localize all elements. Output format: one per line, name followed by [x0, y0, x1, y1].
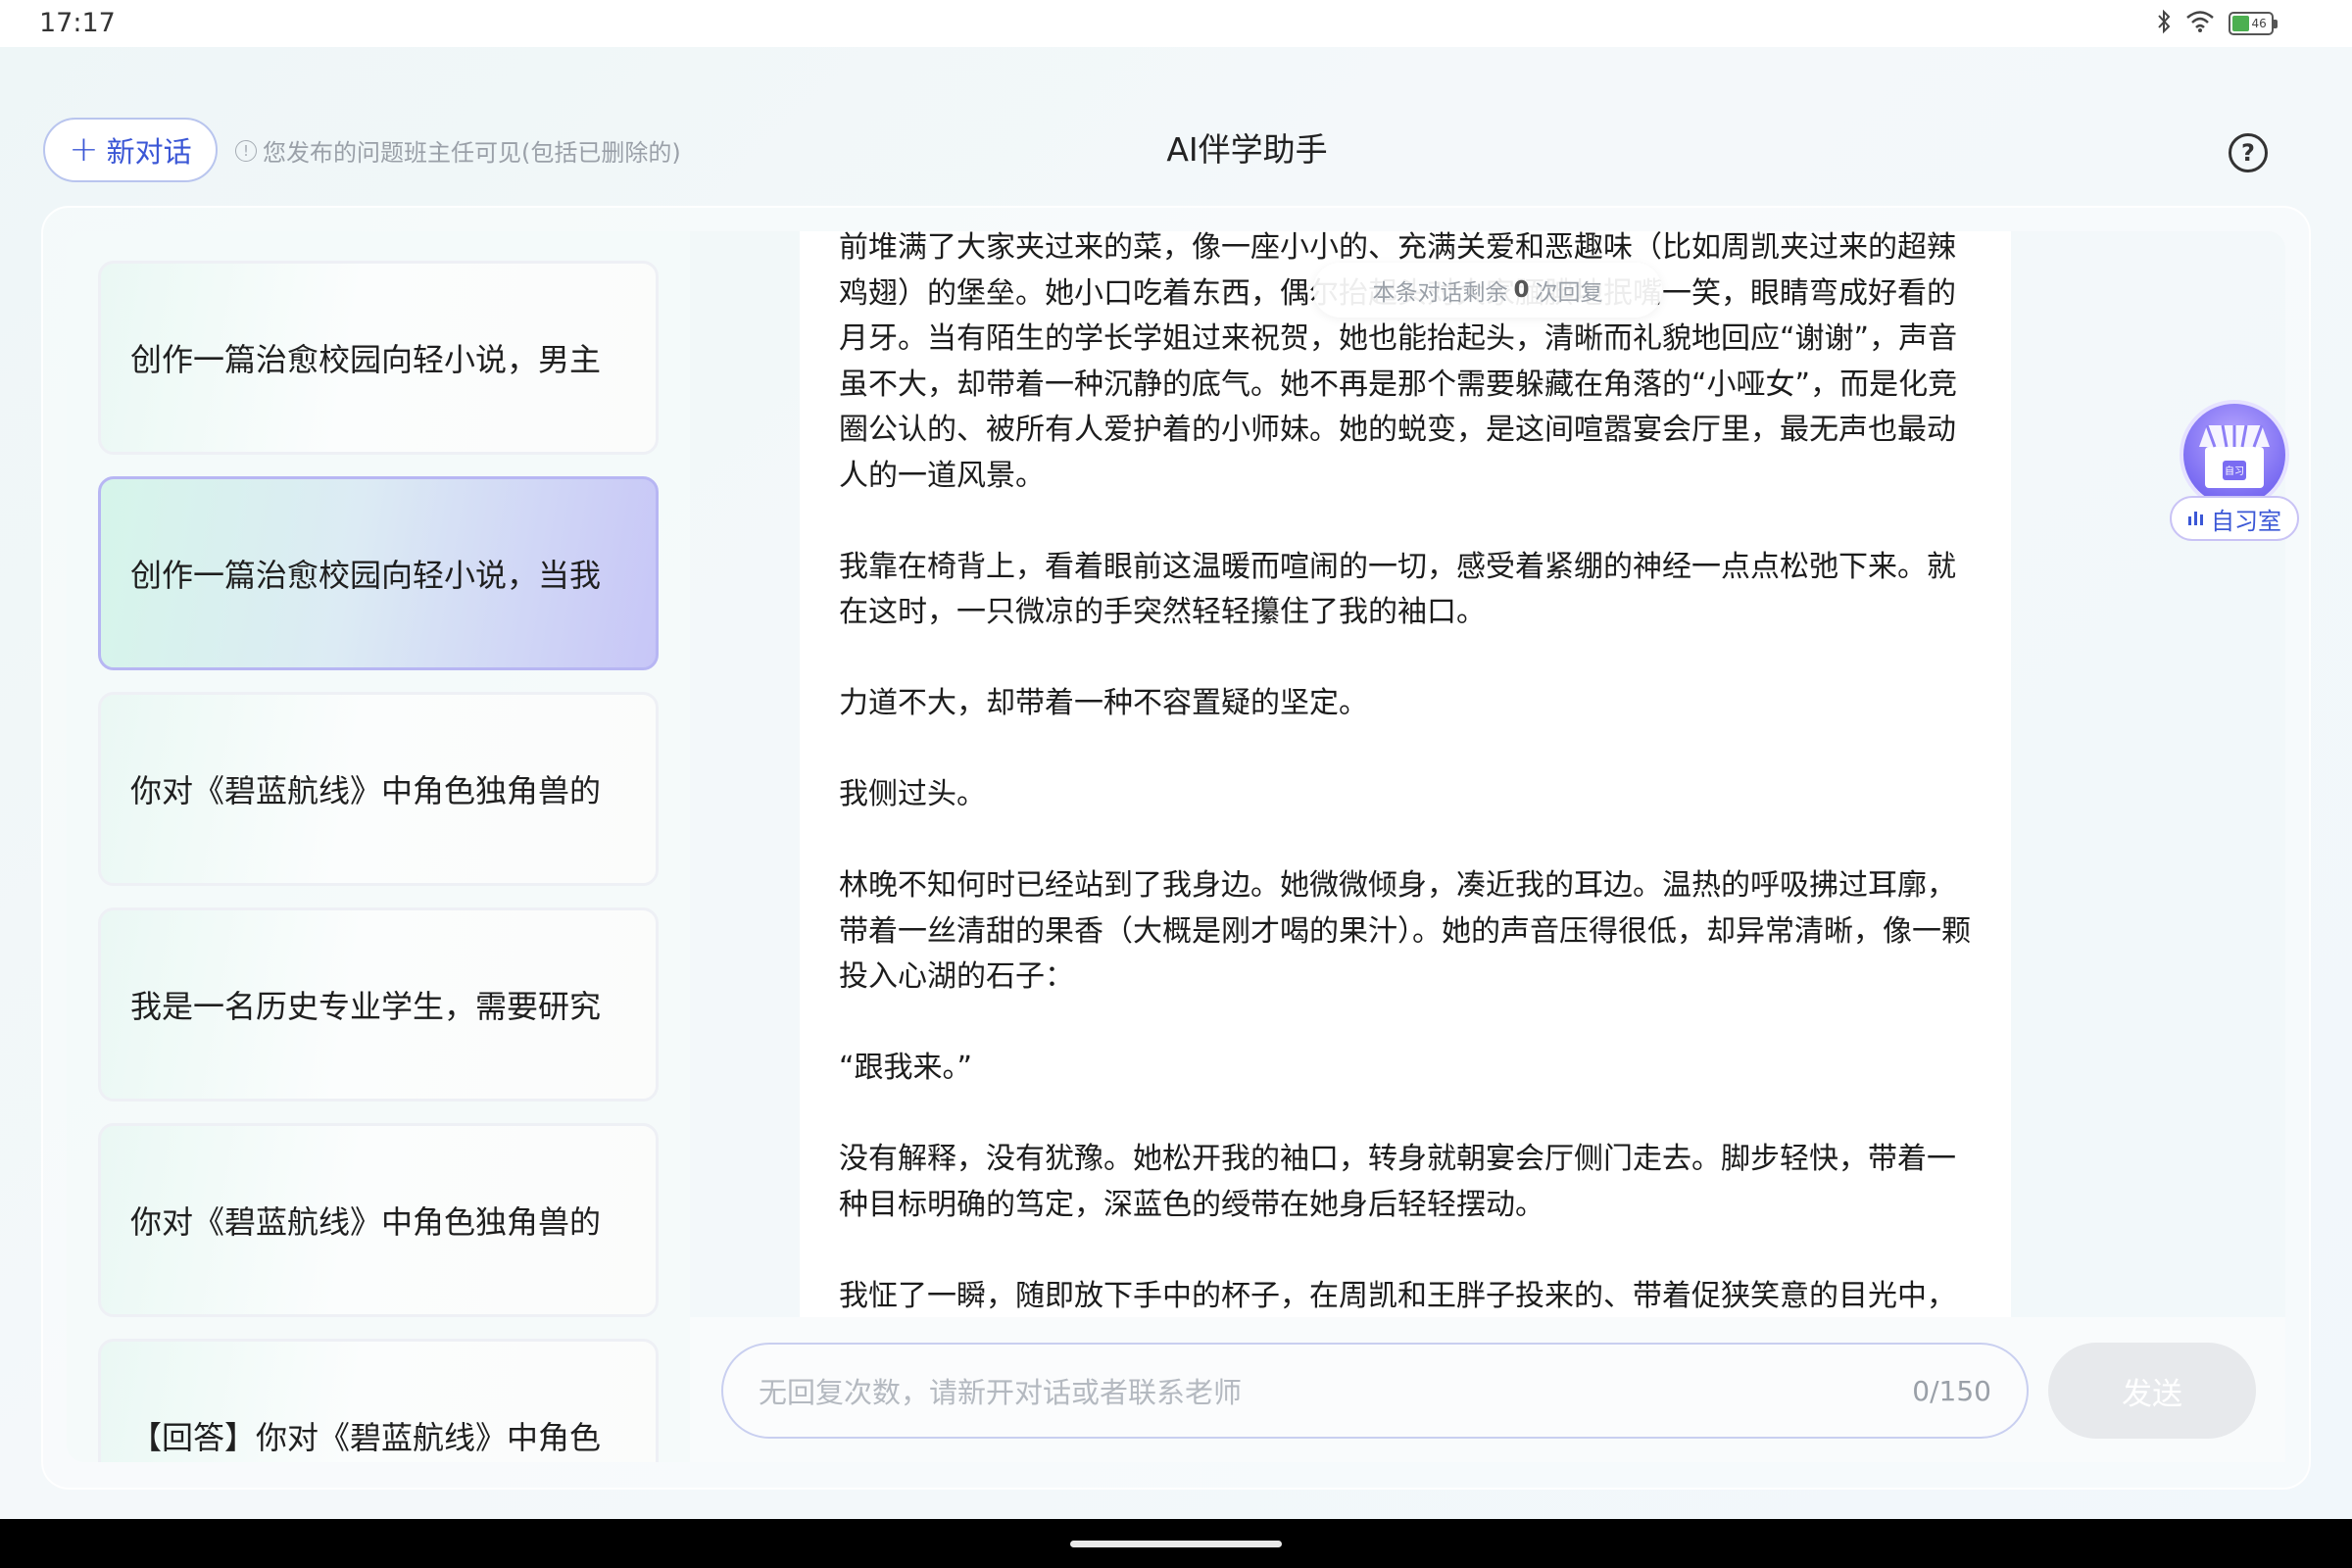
conversation-item[interactable]: 【回答】你对《碧蓝航线》中角色	[98, 1339, 659, 1462]
remaining-suffix: 次回复	[1535, 280, 1603, 306]
status-icons: 46	[2156, 9, 2278, 38]
message-body: 前堆满了大家夹过来的菜，像一座小小的、充满关爱和恶趣味（比如周凯夹过来的超辣鸡翅…	[839, 231, 1976, 1317]
conversation-item-label: 创作一篇治愈校园向轻小说，男主	[130, 341, 602, 378]
message-paragraph: 没有解释，没有犹豫。她松开我的袖口，转身就朝宴会厅侧门走去。脚步轻快，带着一种目…	[839, 1142, 1956, 1222]
remaining-count: 0	[1513, 277, 1530, 303]
conversation-sidebar: 创作一篇治愈校园向轻小说，男主 创作一篇治愈校园向轻小说，当我 你对《碧蓝航线》…	[67, 231, 690, 1462]
status-bar: 17:17 46	[0, 0, 2352, 47]
conversation-item-label: 你对《碧蓝航线》中角色独角兽的	[130, 772, 602, 809]
study-room-label: 自习室	[2211, 507, 2281, 535]
bluetooth-icon	[2156, 9, 2172, 38]
bar-chart-icon	[2187, 505, 2205, 532]
message-paragraph: 我侧过头。	[839, 777, 986, 811]
conversation-item[interactable]: 我是一名历史专业学生，需要研究	[98, 907, 659, 1102]
conversation-item[interactable]: 你对《碧蓝航线》中角色独角兽的	[98, 692, 659, 886]
help-icon[interactable]: ?	[2229, 133, 2268, 172]
wifi-icon	[2185, 10, 2215, 37]
send-button[interactable]: 发送	[2048, 1343, 2256, 1439]
study-room-icon: 自习	[2180, 400, 2289, 510]
message-input[interactable]: 无回复次数，请新开对话或者联系老师 0/150	[721, 1343, 2029, 1439]
study-room-button[interactable]: 自习 自习室	[2170, 400, 2301, 543]
page-title-text: AI伴学助手	[1166, 130, 1328, 169]
conversation-item[interactable]: 创作一篇治愈校园向轻小说，男主	[98, 261, 659, 455]
assistant-message: 前堆满了大家夹过来的菜，像一座小小的、充满关爱和恶趣味（比如周凯夹过来的超辣鸡翅…	[800, 231, 2011, 1317]
battery-level: 46	[2251, 17, 2267, 30]
remaining-prefix: 本条对话剩余	[1372, 280, 1508, 306]
conversation-item-label: 创作一篇治愈校园向轻小说，当我	[130, 557, 602, 594]
remaining-replies-badge: 本条对话剩余 0 次回复	[1313, 263, 1662, 318]
status-time: 17:17	[39, 8, 116, 38]
home-handle[interactable]	[1070, 1541, 1282, 1547]
conversation-item-active[interactable]: 创作一篇治愈校园向轻小说，当我	[98, 476, 659, 670]
message-paragraph: 我靠在椅背上，看着眼前这温暖而喧闹的一切，感受着紧绷的神经一点点松弛下来。就在这…	[839, 549, 1956, 630]
message-paragraph: 力道不大，却带着一种不容置疑的坚定。	[839, 686, 1368, 720]
input-placeholder: 无回复次数，请新开对话或者联系老师	[759, 1376, 1243, 1409]
conversation-item[interactable]: 你对《碧蓝航线》中角色独角兽的	[98, 1123, 659, 1317]
page-title: AI伴学助手	[0, 123, 2352, 171]
battery-icon: 46	[2229, 12, 2278, 35]
study-room-label-box: 自习室	[2170, 496, 2299, 541]
message-paragraph: “跟我来。”	[839, 1051, 973, 1085]
conversation-item-label: 你对《碧蓝航线》中角色独角兽的	[130, 1203, 602, 1241]
message-paragraph: 我怔了一瞬，随即放下手中的杯子，在周凯和王胖子投来的、带着促狭笑意的目光中，	[839, 1278, 1956, 1313]
message-paragraph: 林晚不知何时已经站到了我身边。她微微倾身，凑近我的耳边。温热的呼吸拂过耳廓，带着…	[839, 868, 1971, 994]
conversation-item-label: 【回答】你对《碧蓝航线》中角色	[130, 1419, 602, 1456]
char-counter: 0/150	[1912, 1374, 1991, 1407]
study-room-badge: 自习	[2225, 465, 2244, 477]
conversation-item-label: 我是一名历史专业学生，需要研究	[130, 988, 602, 1025]
